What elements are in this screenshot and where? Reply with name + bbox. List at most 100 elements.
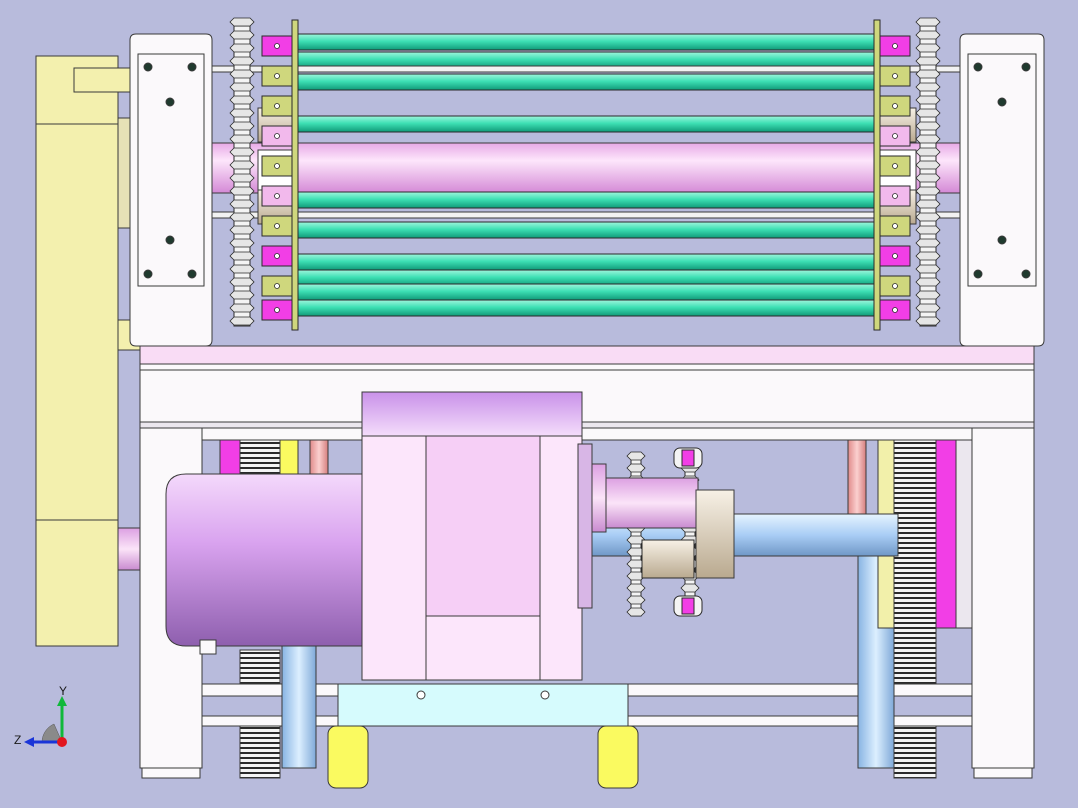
bracket-hole: [892, 193, 898, 199]
bracket-hole: [274, 193, 280, 199]
bracket-hole: [274, 253, 280, 259]
coupling-tooth: [626, 595, 646, 605]
sprocket-tooth: [915, 69, 941, 79]
assembly-drawing[interactable]: [0, 0, 1078, 808]
sprocket-tooth: [229, 95, 255, 105]
bracket-hole: [892, 163, 898, 169]
main-roller-shaft[interactable]: [205, 142, 967, 194]
frame-top-beam[interactable]: [139, 345, 1035, 429]
sprocket-tooth: [915, 199, 941, 209]
left-sprocket[interactable]: [229, 17, 255, 327]
coupling-tooth: [626, 607, 646, 617]
sprocket-tooth: [229, 212, 255, 222]
roller-bar[interactable]: [295, 299, 877, 317]
origin-dot: [57, 737, 67, 747]
drive-motor[interactable]: [165, 473, 363, 655]
left-chain-brackets[interactable]: [261, 19, 299, 331]
sprocket-tooth: [915, 160, 941, 170]
bracket-hole: [892, 133, 898, 139]
coupling-hub: [641, 539, 695, 579]
sprocket-tooth: [229, 69, 255, 79]
sprocket-tooth: [915, 56, 941, 66]
chain-pin: [681, 597, 695, 615]
bracket-hole: [274, 133, 280, 139]
sprocket-tooth: [915, 17, 941, 27]
bracket-hole: [892, 223, 898, 229]
sprocket-tooth: [915, 251, 941, 261]
sprocket-tooth: [915, 303, 941, 313]
coupling-tooth: [626, 463, 646, 473]
motor-base-plate[interactable]: [337, 683, 629, 727]
sprocket-tooth: [915, 30, 941, 40]
roller-bar[interactable]: [295, 191, 877, 209]
sprocket-tooth: [229, 316, 255, 326]
right-bearing-plate[interactable]: [959, 33, 1045, 347]
bracket-hole: [892, 253, 898, 259]
sprocket-tooth: [915, 264, 941, 274]
bracket-hole: [274, 103, 280, 109]
roller-bar[interactable]: [295, 115, 877, 133]
sprocket-tooth: [915, 212, 941, 222]
bracket-hole: [274, 283, 280, 289]
bracket-hole: [274, 163, 280, 169]
sprocket-tooth: [229, 134, 255, 144]
sprocket-tooth: [229, 173, 255, 183]
bracket-side-plate: [291, 19, 299, 331]
bracket-hole: [892, 43, 898, 49]
bracket-side-plate: [873, 19, 881, 331]
roller-bar[interactable]: [295, 33, 877, 51]
bracket-hole: [892, 307, 898, 313]
sprocket-tooth: [229, 121, 255, 131]
sprocket-tooth: [229, 303, 255, 313]
gearbox-housing[interactable]: [361, 391, 593, 681]
left-bearing-plate[interactable]: [129, 33, 213, 347]
sprocket-tooth: [229, 82, 255, 92]
sprocket-tooth: [915, 238, 941, 248]
bracket-hole: [274, 223, 280, 229]
coupling-tooth: [626, 583, 646, 593]
coordinate-triad: Y Z: [14, 684, 67, 747]
sprocket-tooth: [915, 316, 941, 326]
z-axis-head: [24, 737, 34, 747]
sprocket-tooth: [915, 95, 941, 105]
sprocket-tooth: [229, 186, 255, 196]
sprocket-tooth: [229, 160, 255, 170]
right-sprocket[interactable]: [915, 17, 941, 327]
sprocket-tooth: [915, 277, 941, 287]
sprocket-tooth: [915, 43, 941, 53]
sprocket-tooth: [229, 43, 255, 53]
sprocket-tooth: [229, 225, 255, 235]
roller-bar[interactable]: [295, 283, 877, 301]
sprocket-tooth: [915, 173, 941, 183]
sprocket-tooth: [229, 251, 255, 261]
sprocket-tooth: [915, 82, 941, 92]
right-chain-brackets[interactable]: [873, 19, 911, 331]
bracket-hole: [274, 73, 280, 79]
sprocket-tooth: [229, 199, 255, 209]
chain-pin: [681, 449, 695, 467]
sprocket-tooth: [229, 147, 255, 157]
roller-bar[interactable]: [295, 253, 877, 271]
sprocket-tooth: [229, 290, 255, 300]
sprocket-tooth: [915, 134, 941, 144]
sprocket-tooth: [229, 17, 255, 27]
bracket-hole: [892, 73, 898, 79]
bracket-hole: [892, 283, 898, 289]
bracket-hole: [274, 43, 280, 49]
sprocket-tooth: [915, 108, 941, 118]
roller-bar[interactable]: [295, 73, 877, 91]
cad-viewport[interactable]: Y Z: [0, 0, 1078, 808]
y-axis-label: Y: [59, 684, 67, 698]
sprocket-tooth: [229, 56, 255, 66]
bracket-hole: [274, 307, 280, 313]
sprocket-tooth: [915, 290, 941, 300]
roller-bar[interactable]: [295, 221, 877, 239]
sprocket-tooth: [229, 264, 255, 274]
z-axis-label: Z: [14, 733, 21, 747]
coupling-tooth: [680, 583, 700, 593]
sprocket-tooth: [915, 121, 941, 131]
sprocket-tooth: [915, 186, 941, 196]
sprocket-tooth: [229, 108, 255, 118]
coupling-tooth: [626, 451, 646, 461]
sprocket-tooth: [915, 147, 941, 157]
